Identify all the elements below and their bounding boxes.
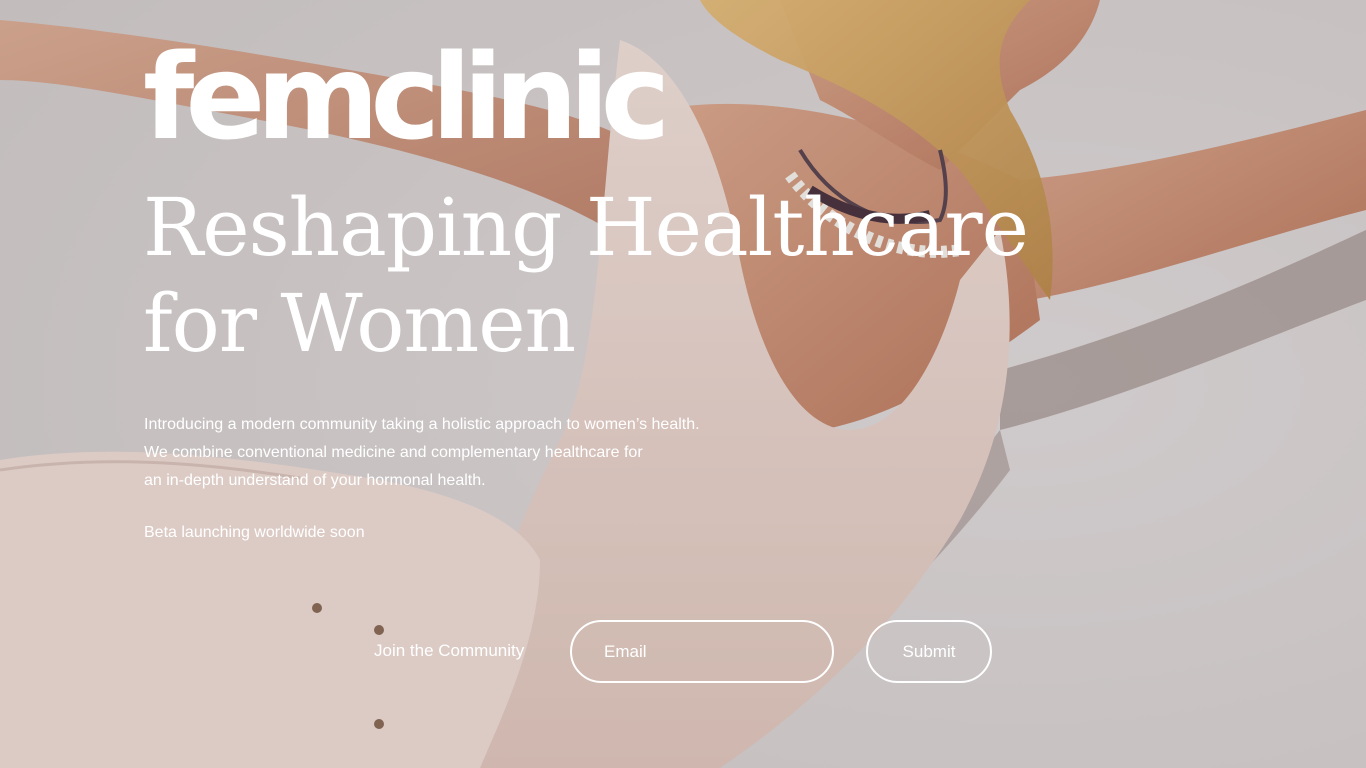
hero-section: femclinic Reshaping Healthcare for Women… [0,0,1366,768]
join-community-label: Join the Community [374,641,525,660]
hero-intro-paragraph: Introducing a modern community taking a … [144,411,844,495]
intro-line: Introducing a modern community taking a … [144,416,700,433]
femclinic-logo: femclinic [143,28,671,166]
hero-headline: Reshaping Healthcare for Women [143,181,1029,370]
email-input[interactable] [570,620,834,683]
intro-line: an in-depth understand of your hormonal … [144,472,486,489]
submit-button[interactable]: Submit [866,620,992,683]
intro-line: We combine conventional medicine and com… [144,444,643,461]
beta-launch-note: Beta launching worldwide soon [144,524,365,541]
